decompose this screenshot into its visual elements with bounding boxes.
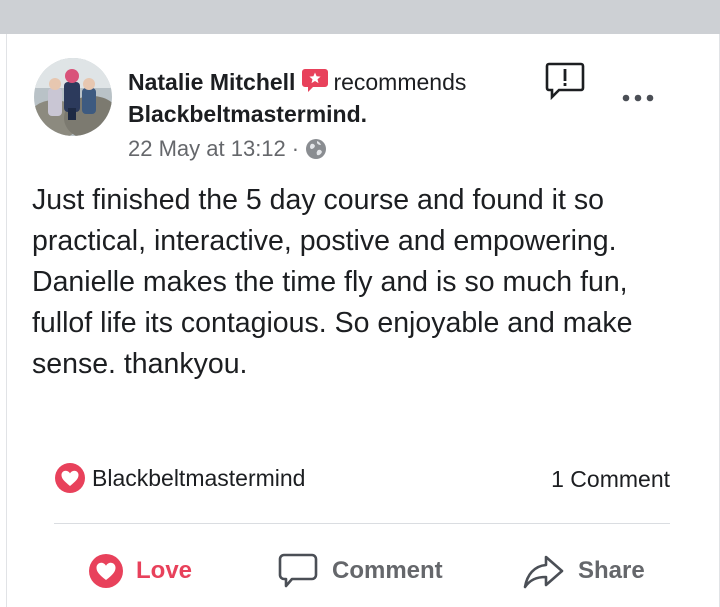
recommendation-badge-icon bbox=[302, 69, 329, 92]
post-body: Just finished the 5 day course and found… bbox=[32, 184, 633, 380]
love-reaction-icon bbox=[55, 463, 85, 493]
reaction-summary[interactable]: Blackbeltmastermind bbox=[54, 462, 305, 496]
recommended-page-name[interactable]: Blackbeltmastermind. bbox=[128, 98, 367, 130]
more-options-button[interactable] bbox=[618, 86, 658, 110]
recommends-label: recommends bbox=[333, 69, 467, 95]
post-meta: 22 May at 13:12 · bbox=[128, 134, 327, 164]
comment-button[interactable]: Comment bbox=[278, 549, 443, 593]
share-button[interactable]: Share bbox=[522, 549, 645, 593]
love-button[interactable]: Love bbox=[88, 549, 192, 593]
love-icon bbox=[89, 554, 123, 588]
meta-separator: · bbox=[291, 136, 300, 161]
divider bbox=[54, 523, 670, 524]
avatar-photo bbox=[34, 58, 112, 136]
share-icon bbox=[523, 555, 564, 589]
report-button[interactable] bbox=[545, 62, 585, 101]
comment-count[interactable]: 1 Comment bbox=[551, 464, 670, 494]
post-header: Natalie Mitchell recommends bbox=[128, 66, 466, 98]
timestamp[interactable]: 22 May at 13:12 bbox=[128, 136, 286, 161]
more-icon bbox=[622, 94, 654, 102]
globe-icon bbox=[306, 139, 327, 159]
love-label: Love bbox=[136, 557, 193, 584]
author-name[interactable]: Natalie Mitchell bbox=[128, 69, 295, 95]
comment-icon bbox=[278, 553, 318, 588]
report-icon bbox=[545, 62, 585, 101]
share-label: Share bbox=[578, 557, 645, 584]
comment-label: Comment bbox=[332, 557, 443, 584]
reaction-name: Blackbeltmastermind bbox=[92, 464, 306, 491]
top-bar bbox=[0, 0, 720, 34]
avatar[interactable] bbox=[34, 58, 112, 136]
